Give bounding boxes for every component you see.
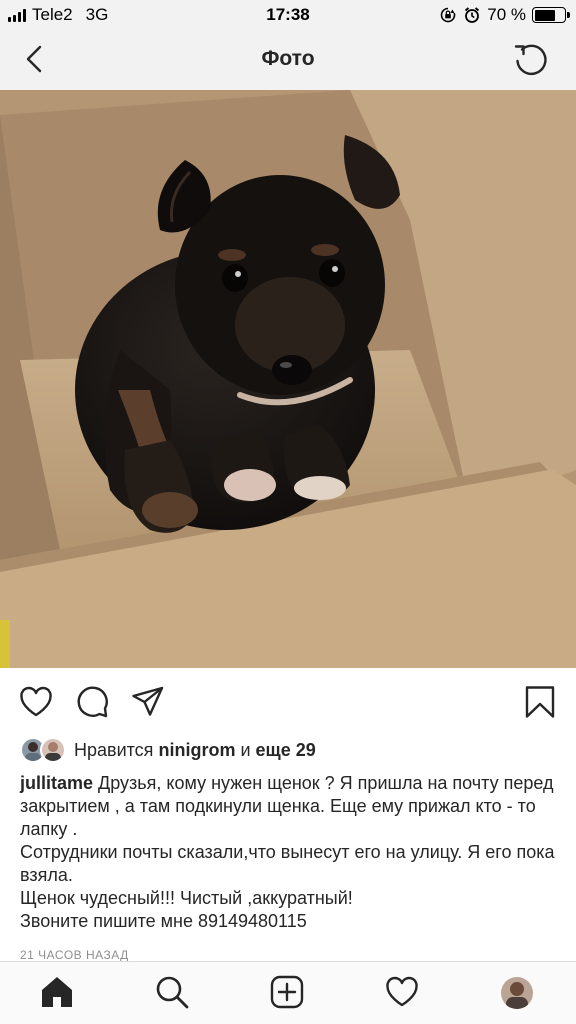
caption-text: Друзья, кому нужен щенок ? Я пришла на п…: [20, 773, 554, 839]
profile-avatar[interactable]: [501, 977, 533, 1009]
caption-line: Сотрудники почты сказали,что вынесут его…: [20, 842, 555, 885]
refresh-icon[interactable]: [512, 40, 550, 78]
liker-avatars: [20, 737, 66, 763]
caption-line: Звоните пишите мне 89149480115: [20, 911, 307, 931]
caption-username[interactable]: jullitame: [20, 773, 93, 793]
tab-bar: [0, 961, 576, 1024]
liker-username[interactable]: ninigrom: [158, 740, 235, 761]
home-icon[interactable]: [39, 974, 75, 1010]
caption-line: Щенок чудесный!!! Чистый ,аккуратный!: [20, 888, 353, 908]
puppy-in-box-image: [0, 90, 576, 668]
share-icon[interactable]: [130, 684, 166, 720]
navigation-header: Фото: [0, 30, 576, 90]
heart-icon[interactable]: [18, 684, 54, 720]
activity-icon[interactable]: [384, 974, 420, 1010]
status-bar: Tele2 3G 17:38 70 %: [0, 0, 576, 30]
comment-icon[interactable]: [74, 684, 110, 720]
likes-connector: и: [240, 739, 251, 760]
orientation-lock-icon: [440, 7, 456, 23]
post-timestamp: 21 ЧАСОВ НАЗАД: [20, 948, 129, 962]
likes-others[interactable]: еще 29: [256, 740, 316, 761]
post-caption: jullitame Друзья, кому нужен щенок ? Я п…: [20, 772, 560, 933]
new-post-icon[interactable]: [269, 974, 305, 1010]
bookmark-icon[interactable]: [522, 684, 558, 720]
page-title: Фото: [261, 47, 315, 70]
battery-fill: [534, 9, 555, 21]
caption-line: jullitame Друзья, кому нужен щенок ? Я п…: [20, 772, 560, 841]
post-photo[interactable]: [0, 90, 576, 668]
status-icons: 70 %: [439, 5, 570, 25]
avatar: [40, 737, 66, 763]
post-actions: [0, 680, 576, 726]
likes-prefix: Нравится: [74, 739, 154, 760]
battery-percent: 70 %: [487, 5, 526, 24]
likes-row[interactable]: Нравится ninigrom и еще 29: [20, 736, 316, 764]
search-icon[interactable]: [154, 974, 190, 1010]
battery-icon: [532, 7, 570, 23]
alarm-icon: [465, 7, 480, 23]
